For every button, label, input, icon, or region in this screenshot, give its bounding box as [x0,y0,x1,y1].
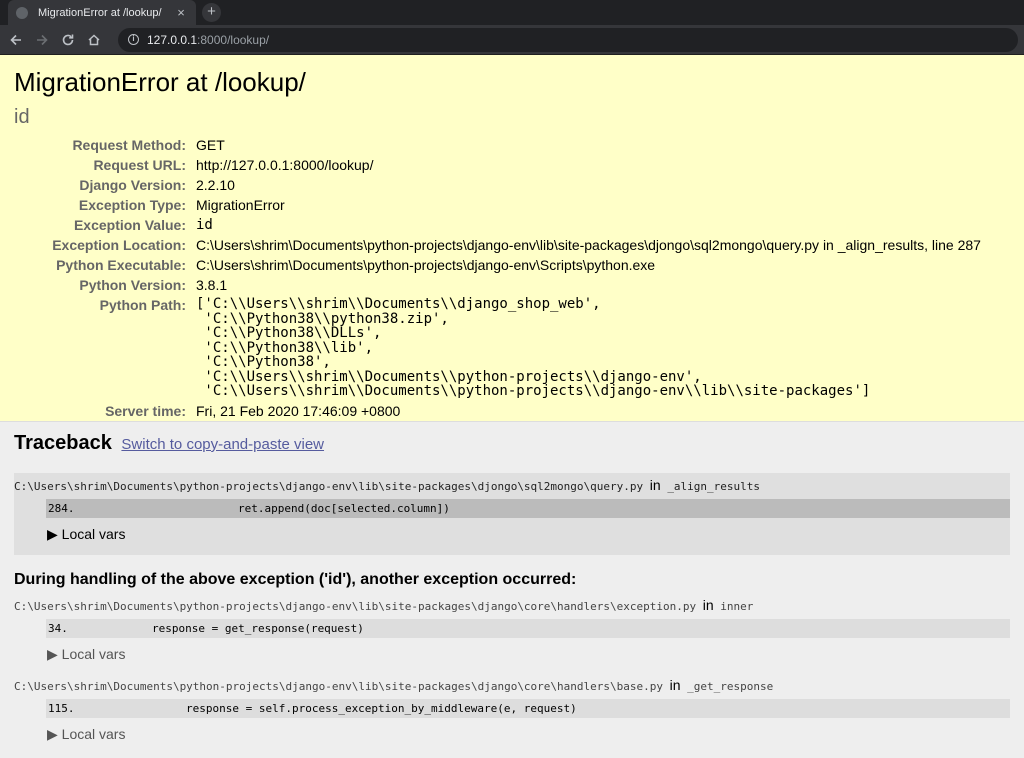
context-line[interactable]: 284. ret.append(doc[selected.column]) [46,499,1010,518]
meta-row: Exception Type: MigrationError [14,195,981,215]
meta-label: Request URL: [93,157,186,173]
meta-row: Exception Value: id [14,215,981,235]
traceback-frame: C:\Users\shrim\Documents\python-projects… [14,473,1010,555]
local-vars-toggle[interactable]: ▶ Local vars [47,726,1010,743]
meta-label: Request Method: [72,137,186,153]
switch-copy-paste-link[interactable]: Switch to copy-and-paste view [121,436,324,453]
context-line[interactable]: 34. response = get_response(request) [46,619,1010,638]
context-line[interactable]: 115. response = self.process_exception_b… [46,699,1010,718]
frame-filename: C:\Users\shrim\Documents\python-projects… [14,677,1010,693]
local-vars-toggle[interactable]: ▶ Local vars [47,646,1010,663]
frame-in-word: in [649,477,661,493]
home-icon[interactable] [84,30,104,50]
browser-toolbar: i 127.0.0.1:8000/lookup/ [0,25,1024,55]
frame-file-path: C:\Users\shrim\Documents\python-projects… [14,600,697,613]
url-path: :8000/lookup/ [197,32,270,47]
frame-function: _align_results [667,480,761,493]
back-arrow-icon[interactable] [6,30,26,50]
frame-file-path: C:\Users\shrim\Documents\python-projects… [14,480,644,493]
python-path-line: 'C:\\Python38\\python38.zip', [196,310,449,327]
frame-filename: C:\Users\shrim\Documents\python-projects… [14,597,1010,613]
meta-value: C:\Users\shrim\Documents\python-projects… [196,257,656,273]
error-summary: MigrationError at /lookup/ id Request Me… [0,55,1024,422]
meta-row: Python Path: ['C:\\Users\\shrim\\Documen… [14,295,981,401]
info-icon[interactable]: i [128,34,139,45]
exception-value-heading: id [14,106,30,128]
traceback-frame: C:\Users\shrim\Documents\python-projects… [14,597,1010,663]
code-line: response = self.process_exception_by_mid… [186,702,577,715]
line-number: 115. [48,702,75,715]
meta-row: Request Method: GET [14,135,981,155]
code-line: ret.append(doc[selected.column]) [238,502,450,515]
forward-arrow-icon[interactable] [32,30,52,50]
python-path-line: 'C:\\Python38', [196,354,331,370]
globe-icon [16,6,28,19]
meta-value: 3.8.1 [196,277,228,293]
frame-filename: C:\Users\shrim\Documents\python-projects… [14,473,1010,493]
meta-value: 2.2.10 [196,177,235,193]
meta-row: Request URL: http://127.0.0.1:8000/looku… [14,155,981,175]
meta-value: Fri, 21 Feb 2020 17:46:09 +0800 [196,402,401,419]
during-handling-heading: During handling of the above exception (… [14,571,577,588]
meta-label: Django Version: [79,177,186,193]
frame-in-word: in [669,677,681,693]
python-path-line: 'C:\\Users\\shrim\\Documents\\python-pro… [196,383,871,399]
frame-in-word: in [702,597,714,613]
meta-value: GET [196,137,225,153]
page-title: MigrationError at /lookup/ [14,67,306,97]
request-meta-table: Request Method: GET Request URL: http://… [14,135,981,421]
tab-title: MigrationError at /lookup/ [38,6,162,19]
meta-label: Exception Location: [52,237,186,253]
python-path-line: 'C:\\Python38\\lib', [196,339,374,356]
meta-row: Exception Location: C:\Users\shrim\Docum… [14,235,981,255]
python-path-list: ['C:\\Users\\shrim\\Documents\\django_sh… [196,295,981,401]
code-line: response = get_response(request) [152,622,364,635]
traceback-heading: Traceback Switch to copy-and-paste view [14,432,324,455]
meta-label: Python Version: [79,277,186,293]
meta-row: Python Version: 3.8.1 [14,275,981,295]
meta-row: Django Version: 2.2.10 [14,175,981,195]
python-path-line: 'C:\\Python38\\DLLs', [196,325,382,341]
frame-function: _get_response [687,680,774,693]
new-tab-button[interactable]: + [202,3,221,22]
traceback-title: Traceback [14,432,112,454]
browser-tab-bar: MigrationError at /lookup/ × + [0,0,1024,25]
line-number: 34. [48,622,68,635]
frame-function: inner [720,600,754,613]
meta-row: Server time: Fri, 21 Feb 2020 17:46:09 +… [14,401,981,421]
reload-icon[interactable] [58,30,78,50]
meta-label: Server time: [105,402,186,419]
line-number: 284. [48,502,75,515]
meta-label: Python Path: [99,297,186,313]
meta-label: Python Executable: [56,257,186,273]
meta-value: http://127.0.0.1:8000/lookup/ [196,157,374,173]
meta-value: C:\Users\shrim\Documents\python-projects… [196,237,981,253]
browser-tab[interactable]: MigrationError at /lookup/ × [8,0,196,25]
address-bar[interactable]: i 127.0.0.1:8000/lookup/ [118,27,1018,52]
traceback-section: Traceback Switch to copy-and-paste view … [0,422,1024,743]
meta-row: Python Executable: C:\Users\shrim\Docume… [14,255,981,275]
traceback-frame: C:\Users\shrim\Documents\python-projects… [14,677,1010,743]
meta-label: Exception Value: [73,217,186,233]
python-path-line: 'C:\\Users\\shrim\\Documents\\python-pro… [196,368,702,385]
local-vars-toggle[interactable]: ▶ Local vars [47,526,1010,543]
url-host: 127.0.0.1 [147,32,198,47]
meta-value: MigrationError [196,197,285,213]
meta-value: id [196,217,213,233]
python-path-line: ['C:\\Users\\shrim\\Documents\\django_sh… [196,296,601,312]
frame-file-path: C:\Users\shrim\Documents\python-projects… [14,680,664,693]
meta-label: Exception Type: [78,197,186,213]
close-tab-icon[interactable]: × [174,5,188,20]
